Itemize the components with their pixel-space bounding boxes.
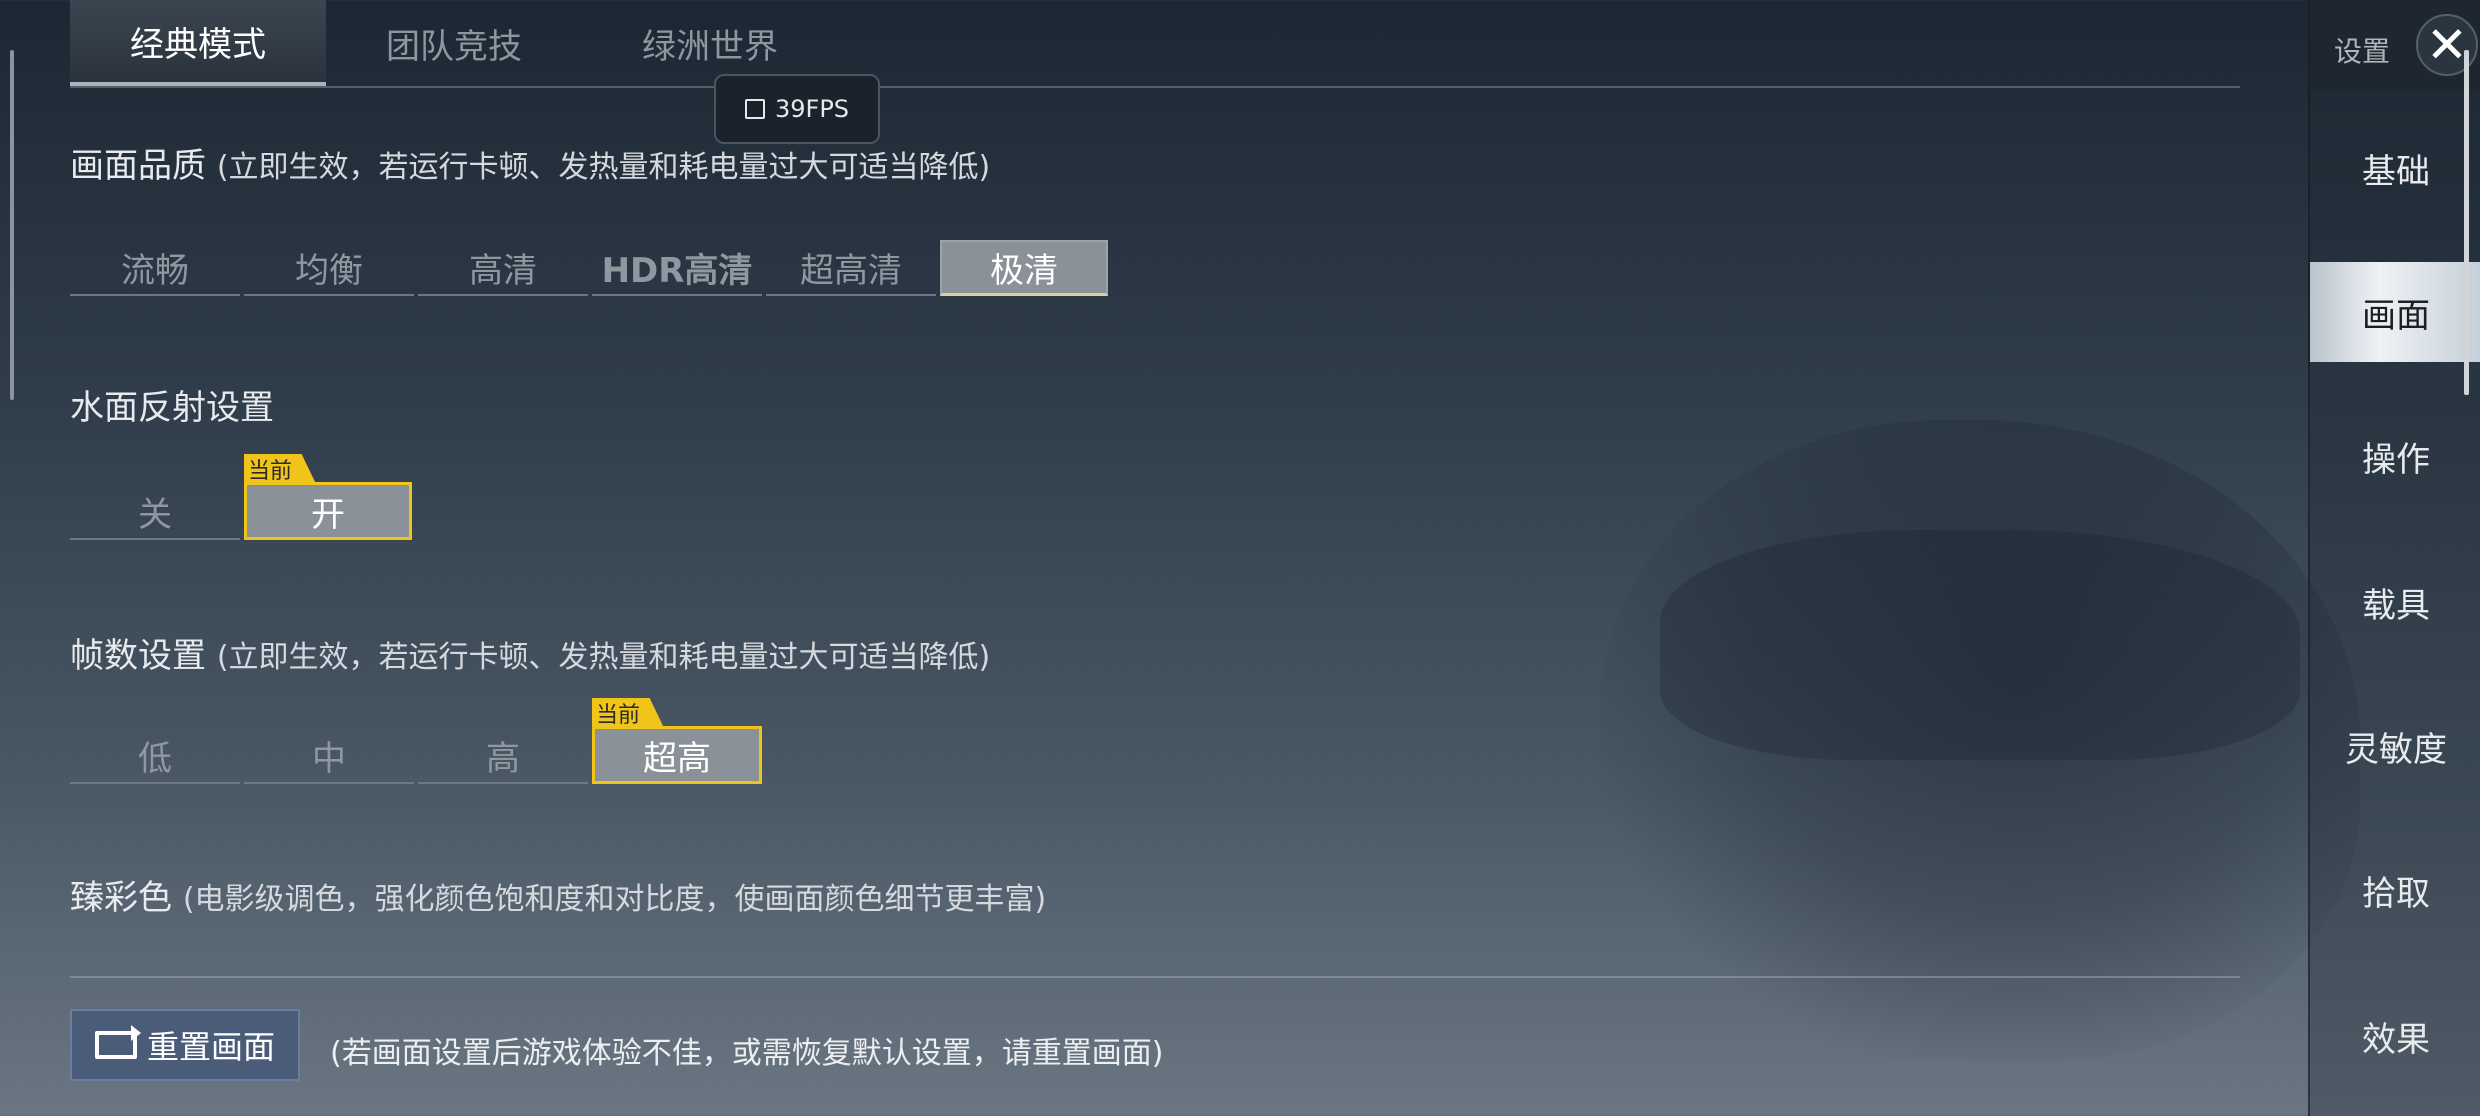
quality-note: (立即生效，若运行卡顿、发热量和耗电量过大可适当降低) [216,150,991,185]
content-scrollbar[interactable] [10,50,14,400]
quality-option-balanced[interactable]: 均衡 [244,240,414,296]
framerate-current-badge: 当前 [592,698,665,728]
sidebar-item-controls[interactable]: 操作 [2310,406,2480,506]
settings-sidebar: 设置 ✕ 基础 画面 操作 载具 灵敏度 拾取 效果 [2308,0,2480,1116]
quality-option-ultra-hd[interactable]: 超高清 [766,240,936,296]
sidebar-item-vehicle[interactable]: 载具 [2310,552,2480,652]
reset-label: 重置画面 [146,1028,275,1066]
quality-option-extreme[interactable]: 极清 [940,240,1108,296]
water-title: 水面反射设置 [70,388,274,428]
framerate-option-ultra[interactable]: 超高 [592,726,762,784]
sidebar-header: 设置 ✕ [2310,0,2480,90]
tab-team-deathmatch[interactable]: 团队竞技 [326,0,582,86]
color-section-title: 臻彩色 (电影级调色，强化颜色饱和度和对比度，使画面颜色细节更丰富) [70,870,1046,919]
sidebar-item-pickup[interactable]: 拾取 [2310,840,2480,940]
quality-option-smooth[interactable]: 流畅 [70,240,240,296]
sidebar-scrollbar[interactable] [2464,50,2469,395]
quality-title: 画面品质 [70,146,206,186]
framerate-option-medium[interactable]: 中 [244,728,414,784]
water-option-off[interactable]: 关 [70,484,240,540]
water-section-title: 水面反射设置 [70,380,274,429]
settings-title: 设置 [2334,35,2391,68]
sidebar-item-effects[interactable]: 效果 [2310,986,2480,1086]
quality-option-hd[interactable]: 高清 [418,240,588,296]
section-divider [70,976,2240,978]
framerate-option-high[interactable]: 高 [418,728,588,784]
reset-icon [94,1025,141,1059]
water-option-on[interactable]: 开 [244,482,412,540]
sidebar-item-sensitivity[interactable]: 灵敏度 [2310,696,2480,796]
color-title: 臻彩色 [70,878,172,918]
quality-option-hdr-hd[interactable]: HDR高清 [592,240,762,296]
fps-counter: 39FPS [714,74,880,144]
helmet-background-art [1600,420,2360,1060]
reset-graphics-button[interactable]: 重置画面 [70,1009,300,1081]
mode-tabs: 经典模式 团队竞技 绿洲世界 [70,0,2240,88]
color-note: (电影级调色，强化颜色饱和度和对比度，使画面颜色细节更丰富) [182,882,1047,917]
fps-value: 39FPS [774,95,850,123]
framerate-section-title: 帧数设置 (立即生效，若运行卡顿、发热量和耗电量过大可适当降低) [70,628,990,677]
sidebar-item-basic[interactable]: 基础 [2310,118,2480,218]
sidebar-item-graphics[interactable]: 画面 [2310,262,2480,362]
tab-classic-mode[interactable]: 经典模式 [70,0,326,86]
reset-note: (若画面设置后游戏体验不佳，或需恢复默认设置，请重置画面) [330,1036,1164,1071]
water-current-badge: 当前 [244,454,317,484]
framerate-option-low[interactable]: 低 [70,728,240,784]
quality-section-title: 画面品质 (立即生效，若运行卡顿、发热量和耗电量过大可适当降低) [70,138,990,187]
copy-icon [744,99,765,119]
framerate-note: (立即生效，若运行卡顿、发热量和耗电量过大可适当降低) [216,640,991,675]
framerate-title: 帧数设置 [70,636,206,676]
